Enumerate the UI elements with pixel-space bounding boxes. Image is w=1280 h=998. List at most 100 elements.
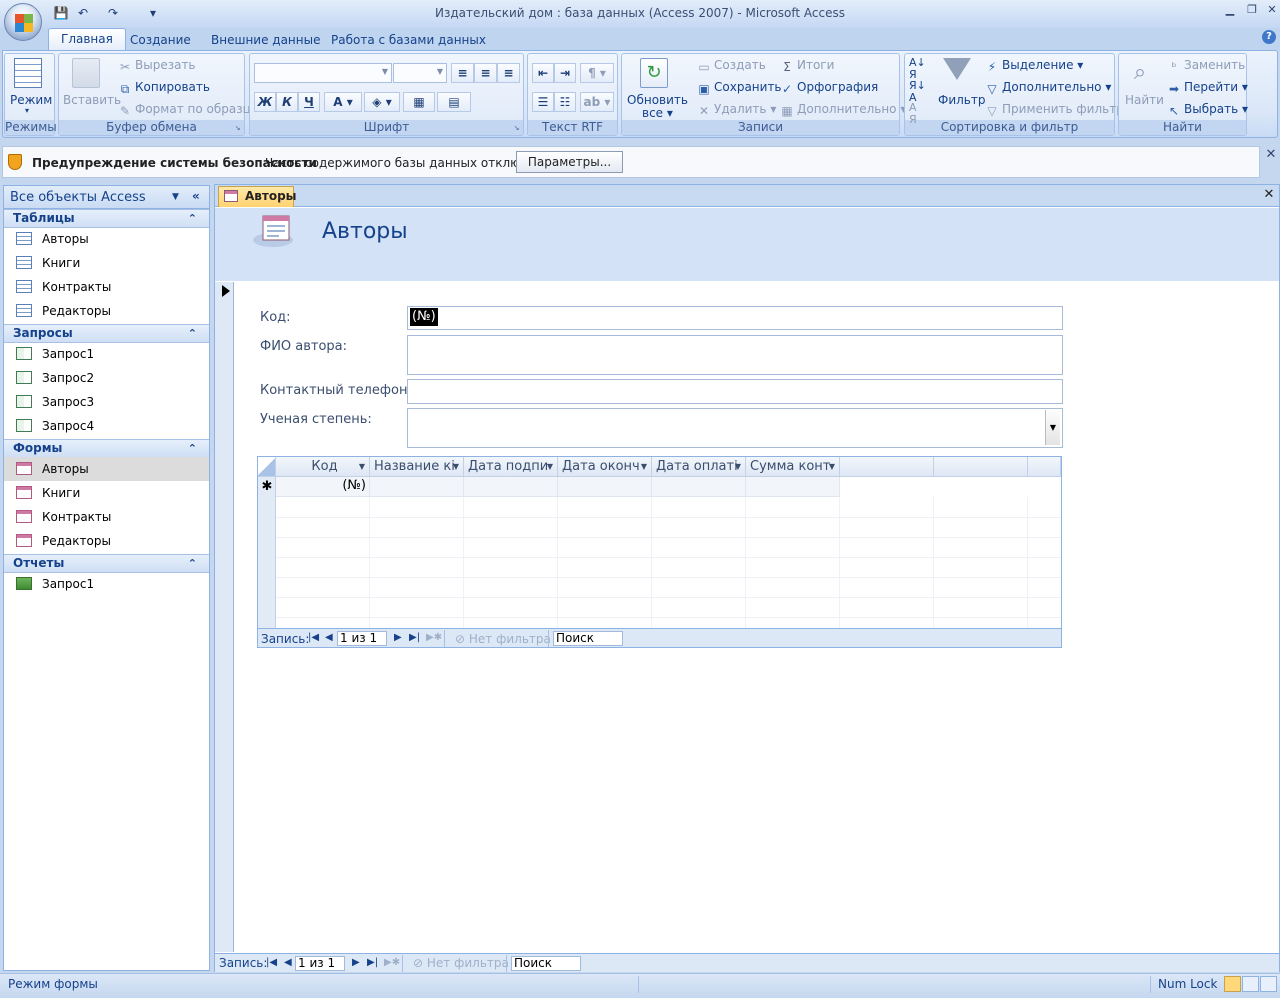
apply-filter-button[interactable]: ▽ Применить фильтр (985, 101, 1123, 118)
bullets-icon[interactable]: ☷ (554, 92, 576, 112)
table-cell[interactable] (370, 477, 464, 497)
nav-item-form-books[interactable]: Книги (4, 481, 209, 505)
form-record-position[interactable]: 1 из 1 (295, 956, 345, 971)
save-record-button[interactable]: ▣ Сохранить (697, 79, 781, 96)
advanced-filter-button[interactable]: ▽ Дополнительно ▾ (985, 79, 1111, 96)
collapse-queries-icon[interactable]: ⌃ (188, 325, 197, 342)
font-dialog-launcher-icon[interactable]: ↘ (512, 124, 521, 133)
code-value[interactable]: (№) (410, 308, 438, 326)
sort-arrow-icon[interactable]: ▼ (829, 457, 835, 476)
column-header-book-title[interactable]: Название кі ▼ (370, 457, 464, 477)
security-close-icon[interactable]: ✕ (1264, 147, 1278, 162)
copy-button[interactable]: ⧉ Копировать (118, 79, 210, 96)
nav-item-table-authors[interactable]: Авторы (4, 227, 209, 251)
sort-arrow-icon[interactable]: ▼ (547, 457, 553, 476)
subform-no-filter[interactable]: ⊘ Нет фильтра (455, 632, 551, 646)
replace-button[interactable]: ᵇ Заменить (1167, 57, 1245, 74)
subform-row-selector[interactable] (258, 477, 276, 628)
design-view-icon[interactable] (1260, 976, 1277, 992)
bold-button[interactable]: Ж (254, 92, 276, 112)
increase-indent-icon[interactable]: ⇥ (554, 63, 576, 83)
form-view-icon[interactable] (1224, 976, 1241, 992)
alternate-fill-icon[interactable]: ▤ (437, 92, 471, 112)
prev-record-icon[interactable]: ◀ (325, 629, 333, 647)
column-header-sign-date[interactable]: Дата подпи ▼ (464, 457, 558, 477)
collapse-tables-icon[interactable]: ⌃ (188, 210, 197, 227)
column-header-amount[interactable]: Сумма конт ▼ (746, 457, 840, 477)
nav-item-table-books[interactable]: Книги (4, 251, 209, 275)
align-center-icon[interactable]: ≡ (474, 63, 497, 83)
filter-button[interactable]: Фильтр (938, 92, 985, 108)
form-search-input[interactable]: Поиск (511, 956, 581, 971)
office-button[interactable] (4, 3, 42, 41)
qat-customize-icon[interactable]: ▾ (144, 5, 162, 21)
sort-arrow-icon[interactable]: ▼ (359, 457, 365, 476)
nav-item-form-editors[interactable]: Редакторы (4, 529, 209, 553)
clear-sort-icon[interactable]: АЯ (909, 102, 927, 126)
refresh-icon[interactable]: ↻ (640, 58, 668, 88)
nav-item-form-contracts[interactable]: Контракты (4, 505, 209, 529)
qat-save-icon[interactable]: 💾 (52, 5, 70, 21)
degree-dropdown-icon[interactable]: ▼ (1045, 410, 1060, 445)
select-button[interactable]: ↖ Выбрать ▾ (1167, 101, 1248, 118)
last-record-icon[interactable]: ▶| (367, 954, 378, 972)
tab-external-data[interactable]: Внешние данные (199, 30, 332, 50)
cut-button[interactable]: ✂ Вырезать (118, 57, 196, 74)
sort-arrow-icon[interactable]: ▼ (453, 457, 459, 476)
last-record-icon[interactable]: ▶| (409, 629, 420, 647)
font-name-combo[interactable]: ▼ (254, 63, 392, 83)
delete-record-button[interactable]: ✕ Удалить ▾ (697, 101, 776, 118)
record-selector[interactable] (215, 282, 234, 952)
decrease-indent-icon[interactable]: ⇤ (532, 63, 554, 83)
first-record-icon[interactable]: |◀ (266, 954, 277, 972)
fill-color-icon[interactable]: ◈ ▾ (364, 92, 400, 112)
sort-arrow-icon[interactable]: ▼ (641, 457, 647, 476)
find-button[interactable]: Найти (1125, 92, 1164, 108)
tab-create[interactable]: Создание (118, 30, 203, 50)
font-color-icon[interactable]: A ▾ (324, 92, 362, 112)
format-painter-button[interactable]: ✎ Формат по образцу (118, 101, 258, 118)
column-header-code[interactable]: Код ▼ (276, 457, 370, 477)
gridlines-icon[interactable]: ▦ (403, 92, 435, 112)
refresh-all-line2[interactable]: все ▾ (642, 105, 673, 121)
document-close-icon[interactable]: ✕ (1262, 187, 1276, 202)
nav-item-query-1[interactable]: Запрос1 (4, 342, 209, 366)
first-record-icon[interactable]: |◀ (308, 629, 319, 647)
nav-item-table-editors[interactable]: Редакторы (4, 299, 209, 323)
qat-undo-icon[interactable]: ↶ (74, 5, 92, 21)
spelling-button[interactable]: ✓ Орфография (780, 79, 878, 96)
binoculars-icon[interactable]: ⌕ (1126, 60, 1154, 86)
tab-home[interactable]: Главная (48, 28, 126, 50)
totals-button[interactable]: Σ Итоги (780, 57, 834, 74)
underline-button[interactable]: Ч (298, 92, 320, 112)
selection-button[interactable]: ⚡ Выделение ▾ (985, 57, 1084, 74)
next-record-icon[interactable]: ▶ (394, 629, 402, 647)
help-icon[interactable]: ? (1262, 30, 1276, 44)
new-record-nav-icon[interactable]: ▶✱ (426, 629, 442, 647)
new-record-nav-icon[interactable]: ▶✱ (384, 954, 400, 972)
nav-collapse-icon[interactable]: « (192, 189, 200, 203)
close-icon[interactable]: ✕ (1262, 3, 1280, 17)
collapse-forms-icon[interactable]: ⌃ (188, 440, 197, 457)
view-button[interactable]: Режим (10, 92, 52, 108)
paste-icon[interactable] (72, 58, 100, 88)
sort-ascending-icon[interactable]: А↓ Я (909, 57, 927, 81)
code-field[interactable] (407, 306, 1063, 330)
nav-item-query-4[interactable]: Запрос4 (4, 414, 209, 438)
table-cell[interactable] (652, 477, 746, 497)
fio-field[interactable] (407, 335, 1063, 375)
table-cell[interactable] (558, 477, 652, 497)
sort-arrow-icon[interactable]: ▼ (735, 457, 741, 476)
filter-funnel-icon[interactable] (943, 58, 971, 80)
restore-icon[interactable]: ❐ (1242, 3, 1262, 17)
nav-item-report-1[interactable]: Запрос1 (4, 572, 209, 596)
next-record-icon[interactable]: ▶ (352, 954, 360, 972)
view-icon[interactable] (14, 58, 42, 88)
new-row-code-value[interactable]: (№) (276, 478, 369, 493)
nav-item-query-2[interactable]: Запрос2 (4, 366, 209, 390)
subform-record-position[interactable]: 1 из 1 (337, 631, 387, 646)
align-left-icon[interactable]: ≡ (451, 63, 474, 83)
more-records-button[interactable]: ▦ Дополнительно ▾ (780, 101, 906, 118)
numbering-icon[interactable]: ☰ (532, 92, 554, 112)
nav-section-queries[interactable]: Запросы ⌃ (4, 324, 209, 343)
